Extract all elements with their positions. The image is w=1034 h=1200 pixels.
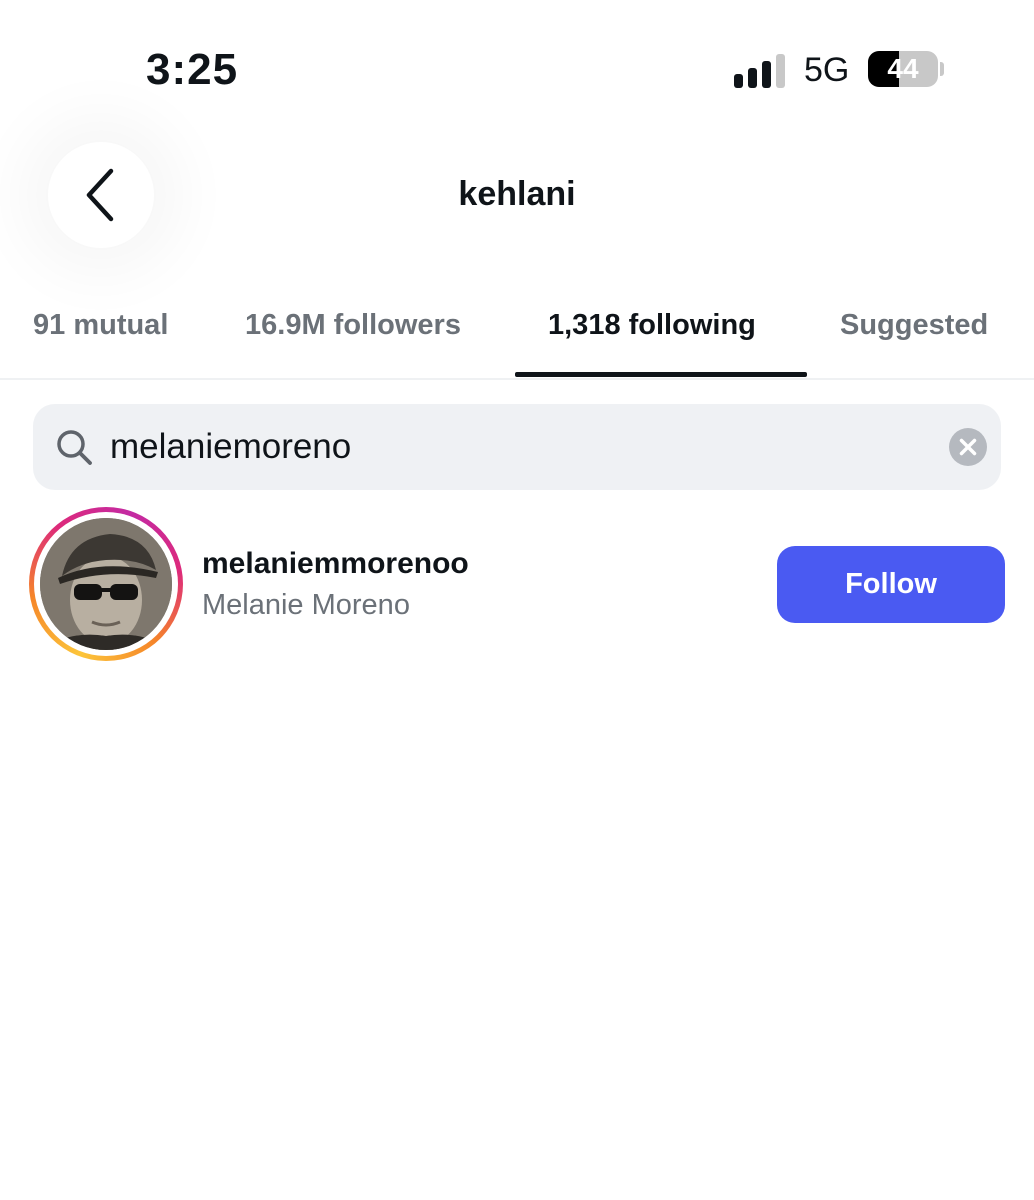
- active-tab-indicator: [515, 372, 807, 377]
- battery-icon: 44: [868, 51, 938, 87]
- tab-mutual[interactable]: 91 mutual: [33, 300, 168, 378]
- search-input[interactable]: [110, 418, 930, 476]
- page-title: kehlani: [458, 175, 576, 213]
- status-bar: 3:25 5G 44: [0, 0, 1034, 120]
- tab-suggested[interactable]: Suggested: [840, 300, 988, 378]
- avatar[interactable]: [40, 518, 172, 650]
- avatar-photo: [40, 518, 172, 650]
- search-icon: [57, 430, 92, 465]
- network-type: 5G: [804, 51, 850, 89]
- result-display-name: Melanie Moreno: [202, 589, 410, 621]
- tab-followers[interactable]: 16.9M followers: [245, 300, 461, 378]
- clear-icon: [959, 438, 977, 456]
- result-username[interactable]: melaniemmorenoo: [202, 544, 469, 584]
- follow-button[interactable]: Follow: [777, 546, 1005, 623]
- signal-strength-icon: [734, 52, 788, 88]
- status-time: 3:25: [146, 45, 239, 94]
- clear-search-button[interactable]: [949, 428, 987, 466]
- battery-level: 44: [887, 53, 919, 84]
- battery-tip: [940, 62, 944, 76]
- tab-following[interactable]: 1,318 following: [548, 300, 756, 378]
- tab-bar: 91 mutual 16.9M followers 1,318 followin…: [0, 300, 1034, 380]
